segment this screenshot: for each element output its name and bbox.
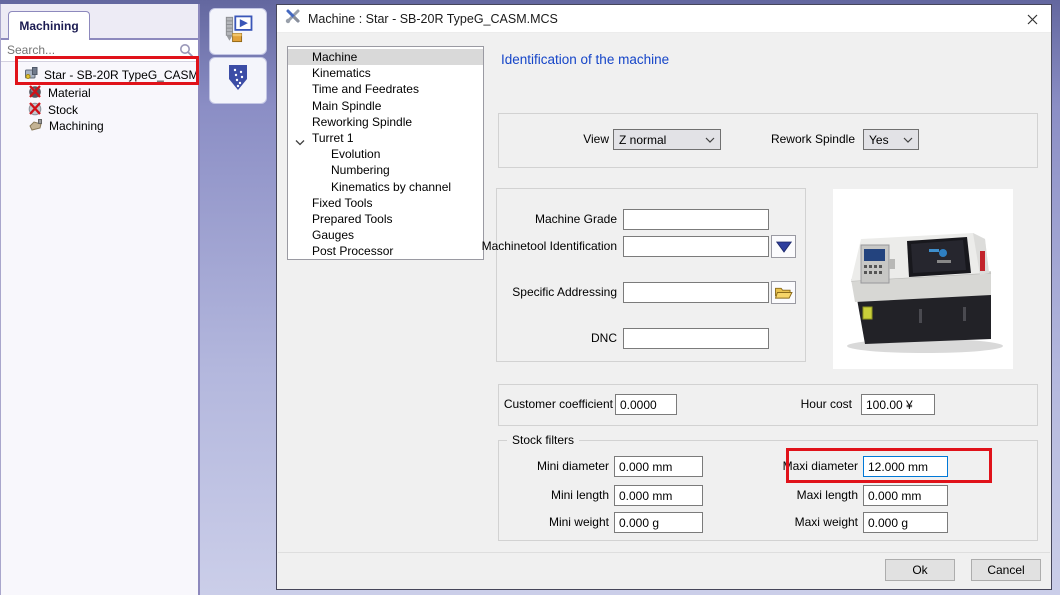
maxi-weight-input[interactable] [863,512,948,533]
maxi-length-input[interactable] [863,485,948,506]
machinetool-identification-label: Machinetool Identification [407,236,617,257]
toolbar-stock-shield-button[interactable] [209,57,267,104]
customer-coefficient-label: Customer coefficient [483,394,613,415]
material-crossed-icon [28,84,43,102]
nav-label: Evolution [331,147,380,161]
nav-item-reworking-spindle[interactable]: Reworking Spindle [288,114,483,130]
cancel-button[interactable]: Cancel [971,559,1041,581]
machining-sidebar: Machining Star - SB-20R TypeG_CASM Mater… [0,4,200,595]
mini-length-label: Mini length [449,485,609,506]
nav-label: Post Processor [312,244,393,258]
hour-cost-input[interactable] [861,394,935,415]
tree-item-material[interactable]: Material [1,85,198,101]
hour-cost-label: Hour cost [732,394,852,415]
sidebar-search [1,40,198,62]
nav-item-time-and-feedrates[interactable]: Time and Feedrates [288,81,483,97]
machine-icon [24,66,39,84]
stock-crossed-icon [28,101,43,119]
specific-addressing-input[interactable] [623,282,769,303]
nav-label: Fixed Tools [312,196,372,210]
machining-tree: Star - SB-20R TypeG_CASM Material Stock … [1,64,198,135]
machining-icon [28,118,44,135]
close-icon[interactable] [1023,11,1041,27]
nav-label: Time and Feedrates [312,82,419,96]
stock-filters-title: Stock filters [507,433,579,447]
tab-machining[interactable]: Machining [8,11,90,40]
search-input[interactable] [1,40,177,60]
dnc-input[interactable] [623,328,769,349]
tree-item-machine[interactable]: Star - SB-20R TypeG_CASM [1,67,198,83]
nav-label: Kinematics by channel [331,180,451,194]
machinetool-identification-dropdown-button[interactable] [771,235,796,258]
mini-diameter-label: Mini diameter [449,456,609,477]
nav-item-numbering[interactable]: Numbering [288,162,483,178]
customer-coefficient-input[interactable] [615,394,677,415]
nav-label: Turret 1 [312,131,354,145]
tree-item-label: Stock [48,103,78,117]
machine-grade-input[interactable] [623,209,769,230]
tree-item-stock[interactable]: Stock [1,102,198,118]
nav-label: Machine [312,50,357,64]
chevron-down-icon [903,137,913,143]
nav-item-kinematics[interactable]: Kinematics [288,65,483,81]
machine-dialog: Machine : Star - SB-20R TypeG_CASM.MCS M… [276,4,1052,590]
dialog-title: Machine : Star - SB-20R TypeG_CASM.MCS [308,12,558,26]
rework-spindle-label: Rework Spindle [697,129,855,150]
maxi-length-label: Maxi length [698,485,858,506]
mini-weight-label: Mini weight [449,512,609,533]
rework-spindle-select[interactable]: Yes [863,129,919,150]
machine-grade-label: Machine Grade [407,209,617,230]
shield-icon [225,63,251,98]
maxi-weight-label: Maxi weight [698,512,858,533]
nav-label: Main Spindle [312,99,381,113]
tree-item-machining[interactable]: Machining [1,118,198,134]
mini-weight-input[interactable] [614,512,703,533]
machinetool-identification-input[interactable] [623,236,769,257]
maxi-diameter-input[interactable] [863,456,948,477]
nav-label: Prepared Tools [312,212,393,226]
toolbar-machining-process-button[interactable] [209,8,267,55]
ok-button[interactable]: Ok [885,559,955,581]
dnc-label: DNC [407,328,617,349]
nav-label: Numbering [331,163,390,177]
mini-length-input[interactable] [614,485,703,506]
nav-item-machine[interactable]: Machine [288,49,483,65]
nav-item-main-spindle[interactable]: Main Spindle [288,98,483,114]
dropdown-arrow-icon [775,240,793,254]
nav-label: Reworking Spindle [312,115,412,129]
sidebar-tab-strip: Machining [1,4,198,40]
tool-play-icon [220,12,256,51]
search-icon [179,43,194,63]
view-value: Z normal [619,133,666,147]
nav-item-kinematics-by-channel[interactable]: Kinematics by channel [288,179,483,195]
nav-label: Gauges [312,228,354,242]
nav-label: Kinematics [312,66,371,80]
crossed-tools-icon [285,8,301,29]
tree-item-label: Material [48,86,91,100]
tree-item-label: Machining [49,119,104,133]
footer-divider [278,552,1050,553]
specific-addressing-label: Specific Addressing [407,282,617,303]
dialog-title-bar[interactable]: Machine : Star - SB-20R TypeG_CASM.MCS [277,5,1051,33]
view-label: View [457,129,609,150]
mini-diameter-input[interactable] [614,456,703,477]
rework-spindle-value: Yes [869,133,889,147]
page-title: Identification of the machine [501,52,669,67]
machine-photo [833,189,1013,369]
open-folder-icon[interactable] [771,281,796,304]
maxi-diameter-label: Maxi diameter [698,456,858,477]
nav-item-evolution[interactable]: Evolution [288,146,483,162]
nav-item-turret-1[interactable]: Turret 1 [288,130,483,146]
tree-item-label: Star - SB-20R TypeG_CASM [44,68,199,82]
